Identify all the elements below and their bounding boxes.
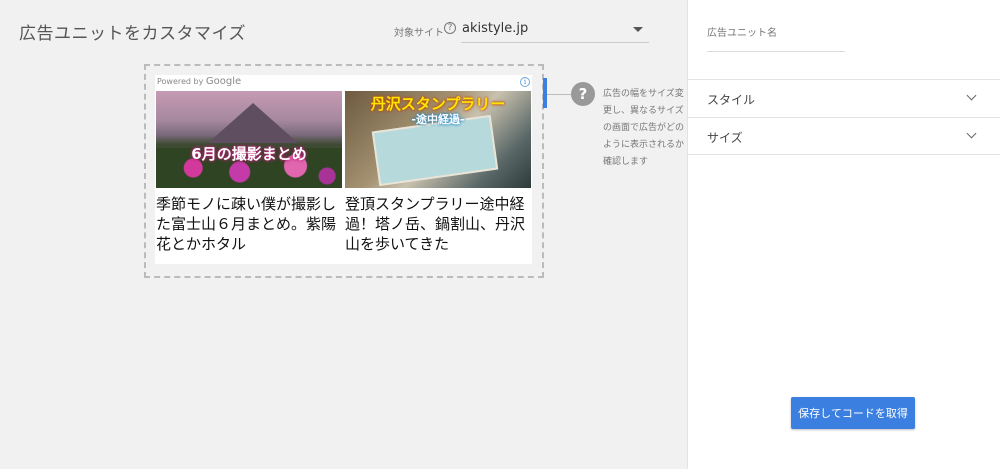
save-get-code-button[interactable]: 保存してコードを取得 [791,397,915,429]
help-text-line: の画面で広告がどの [603,123,685,133]
ad-title[interactable]: 季節モノに疎い僕が撮影した富士山６月まとめ。紫陽花とかホタル [156,194,342,254]
help-text-line: 確認します [603,157,649,166]
ad-image-text: 6月の撮影まとめ [191,145,307,163]
ad-item[interactable]: 6月の撮影まとめ 季節モノに疎い僕が撮影した富士山６月まとめ。紫陽花とかホタル [156,91,342,254]
style-section-label: スタイル [707,93,756,107]
ad-image-subtext: -途中経過- [411,113,465,126]
powered-by-google: Powered by Google [157,76,241,87]
google-brand: Google [205,76,242,87]
help-icon[interactable]: ? [444,22,456,34]
ad-image: 丹沢スタンプラリー -途中経過- [345,91,531,188]
ad-title[interactable]: 登頂スタンプラリー途中経過！塔ノ岳、鍋割山、丹沢山を歩いてきた [345,194,531,254]
chevron-down-icon [966,128,977,139]
help-connector-line [547,94,571,95]
resize-handle[interactable] [543,78,547,108]
ad-item[interactable]: 丹沢スタンプラリー -途中経過- 登頂スタンプラリー途中経過！塔ノ岳、鍋割山、丹… [345,91,531,254]
page-title: 広告ユニットをカスタマイズ [19,24,246,44]
style-section[interactable]: スタイル [688,79,1000,117]
size-section-label: サイズ [707,131,743,145]
site-select-value: akistyle.jp [462,21,529,36]
adunit-name-label: 広告ユニット名 [707,28,777,39]
site-label: 対象サイト [394,28,444,39]
help-text-line: ように表示されるか [603,140,685,150]
help-text-line: 広告の幅をサイズ変 [603,89,684,99]
site-select[interactable]: akistyle.jp [461,18,649,43]
help-text: 広告の幅をサイズ変 更し、異なるサイズ の画面で広告がどの ように表示されるか … [603,86,687,166]
question-icon[interactable]: ? [571,82,595,106]
adunit-name-input[interactable] [707,40,845,52]
dropdown-arrow-icon [633,27,643,32]
chevron-down-icon [966,90,977,101]
adchoices-info-icon[interactable]: i [520,77,530,87]
mountain-shape [208,103,298,143]
ad-image: 6月の撮影まとめ [156,91,342,188]
ad-preview: Powered by Google i 6月の撮影まとめ 季節モノに疎い僕が撮影… [155,75,532,264]
size-section[interactable]: サイズ [688,117,1000,155]
powered-by-label: Powered by [157,77,204,86]
help-text-line: 更し、異なるサイズ [603,106,684,116]
